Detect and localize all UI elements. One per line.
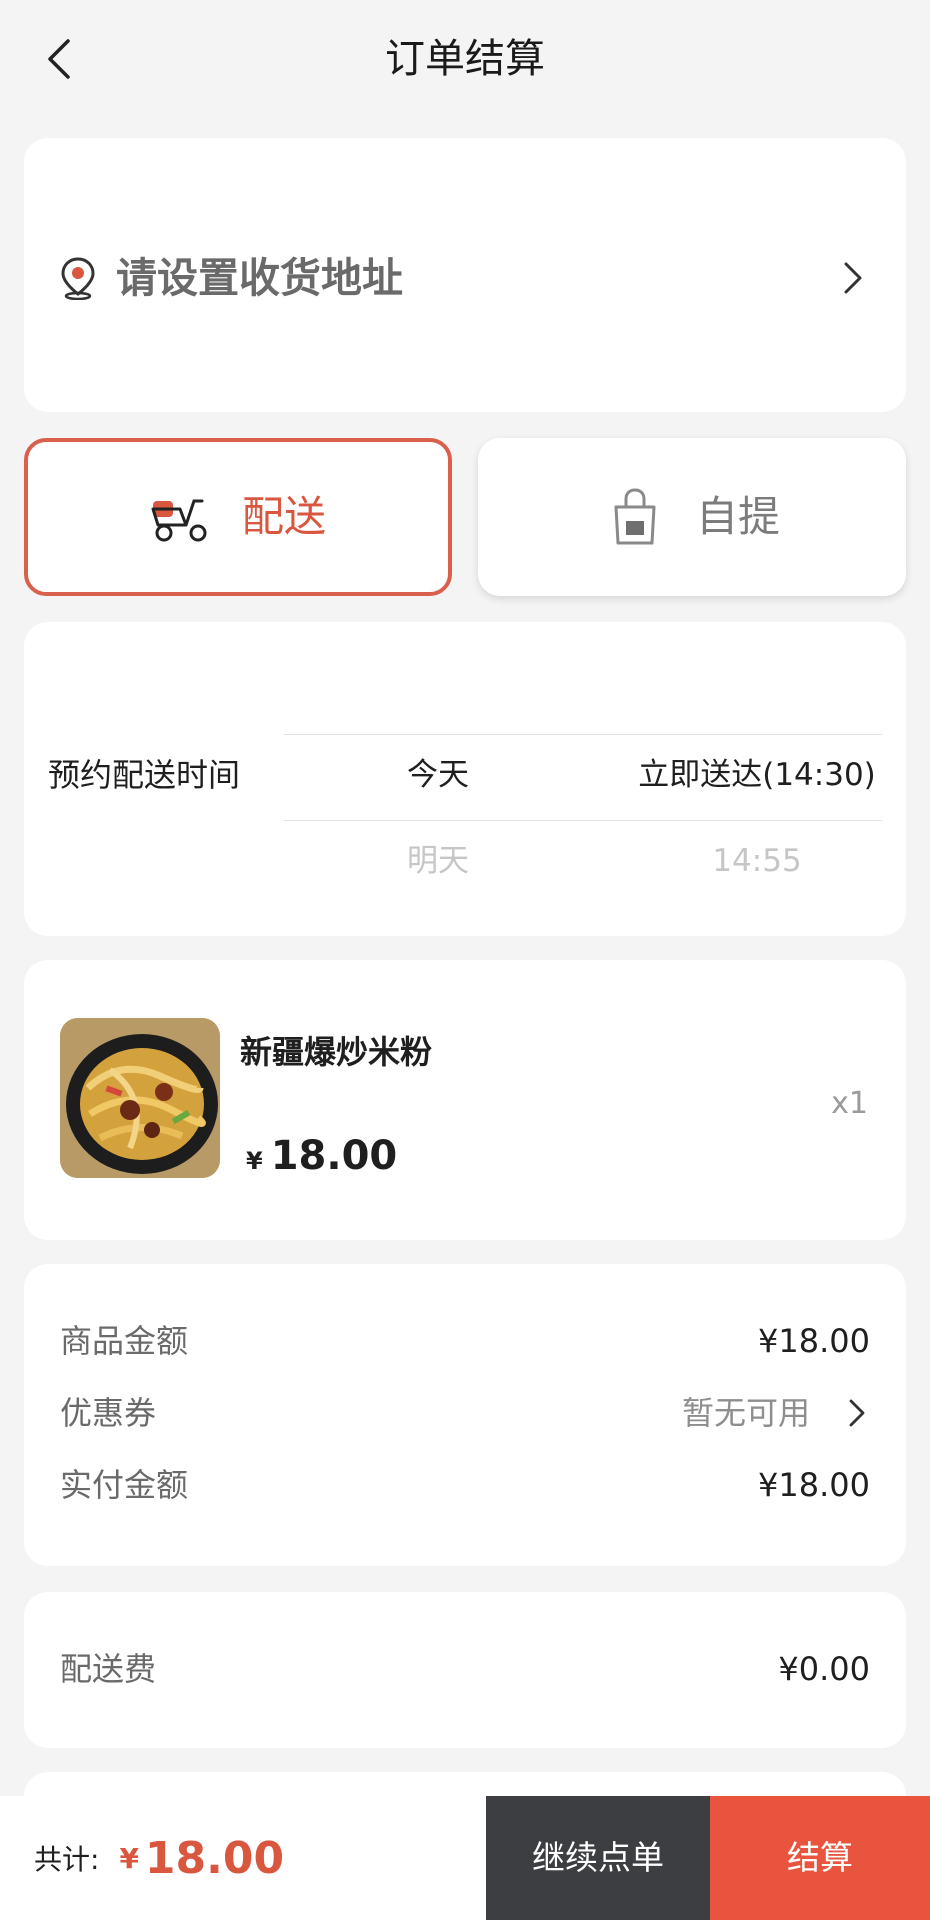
pickup-option[interactable]: 自提 bbox=[478, 438, 906, 596]
total-amount: 18.00 bbox=[144, 1832, 285, 1884]
checkout-button[interactable]: 结算 bbox=[710, 1796, 930, 1920]
goods-amount-label: 商品金额 bbox=[60, 1322, 189, 1360]
goods-amount-row: 商品金额 ¥18.00 bbox=[60, 1316, 870, 1366]
address-placeholder: 请设置收货地址 bbox=[116, 254, 403, 302]
time-option[interactable]: 14:55 bbox=[592, 836, 922, 886]
delivery-fee-value: ¥0.00 bbox=[778, 1650, 870, 1688]
order-total: 共计: ¥ 18.00 bbox=[34, 1796, 284, 1920]
picker-divider-bottom bbox=[284, 820, 882, 821]
coupon-row[interactable]: 优惠券 暂无可用 bbox=[60, 1388, 870, 1438]
paid-amount-row: 实付金额 ¥18.00 bbox=[60, 1460, 870, 1510]
currency-symbol: ¥ bbox=[246, 1147, 263, 1175]
goods-amount-value: ¥18.00 bbox=[758, 1322, 870, 1360]
day-option-tomorrow[interactable]: 明天 bbox=[354, 836, 522, 886]
day-option-today[interactable]: 今天 bbox=[354, 750, 522, 800]
paid-amount-label: 实付金额 bbox=[60, 1466, 189, 1504]
schedule-card: 预约配送时间 今天 立即送达(14:30) 明天 14:55 bbox=[24, 622, 906, 936]
picker-divider-top bbox=[284, 734, 882, 735]
delivery-fee-row: 配送费 ¥0.00 bbox=[60, 1644, 870, 1694]
total-label: 共计: bbox=[34, 1843, 100, 1876]
shopping-bag-icon bbox=[614, 488, 656, 545]
coupon-label: 优惠券 bbox=[60, 1394, 157, 1432]
delivery-fee-label: 配送费 bbox=[60, 1650, 157, 1688]
delivery-label: 配送 bbox=[241, 492, 326, 541]
location-pin-icon bbox=[61, 257, 95, 300]
price-summary-card: 商品金额 ¥18.00 优惠券 暂无可用 实付金额 ¥18.00 bbox=[24, 1264, 906, 1566]
product-quantity: x1 bbox=[831, 1086, 868, 1121]
continue-ordering-button[interactable]: 继续点单 bbox=[486, 1796, 710, 1920]
product-card: 新疆爆炒米粉 ¥18.00 x1 bbox=[24, 960, 906, 1240]
coupon-value: 暂无可用 bbox=[681, 1394, 810, 1432]
page-title: 订单结算 bbox=[385, 36, 545, 82]
delivery-fee-card: 配送费 ¥0.00 bbox=[24, 1592, 906, 1748]
header: 订单结算 bbox=[0, 0, 930, 118]
paid-amount-value: ¥18.00 bbox=[758, 1466, 870, 1504]
chevron-right-icon bbox=[844, 262, 862, 294]
time-option-selected[interactable]: 立即送达(14:30) bbox=[592, 750, 922, 800]
total-currency: ¥ bbox=[119, 1841, 139, 1875]
bottom-bar: 共计: ¥ 18.00 继续点单 结算 bbox=[0, 1796, 930, 1920]
product-price: ¥18.00 bbox=[246, 1130, 397, 1190]
schedule-label: 预约配送时间 bbox=[48, 756, 241, 794]
price-amount: 18.00 bbox=[270, 1133, 398, 1179]
scooter-icon bbox=[151, 499, 207, 542]
pickup-label: 自提 bbox=[695, 492, 780, 541]
product-name: 新疆爆炒米粉 bbox=[240, 1033, 433, 1071]
address-card[interactable]: 请设置收货地址 bbox=[24, 138, 906, 412]
chevron-right-icon bbox=[849, 1399, 865, 1427]
delivery-option[interactable]: 配送 bbox=[24, 438, 452, 596]
product-image bbox=[60, 1018, 220, 1178]
